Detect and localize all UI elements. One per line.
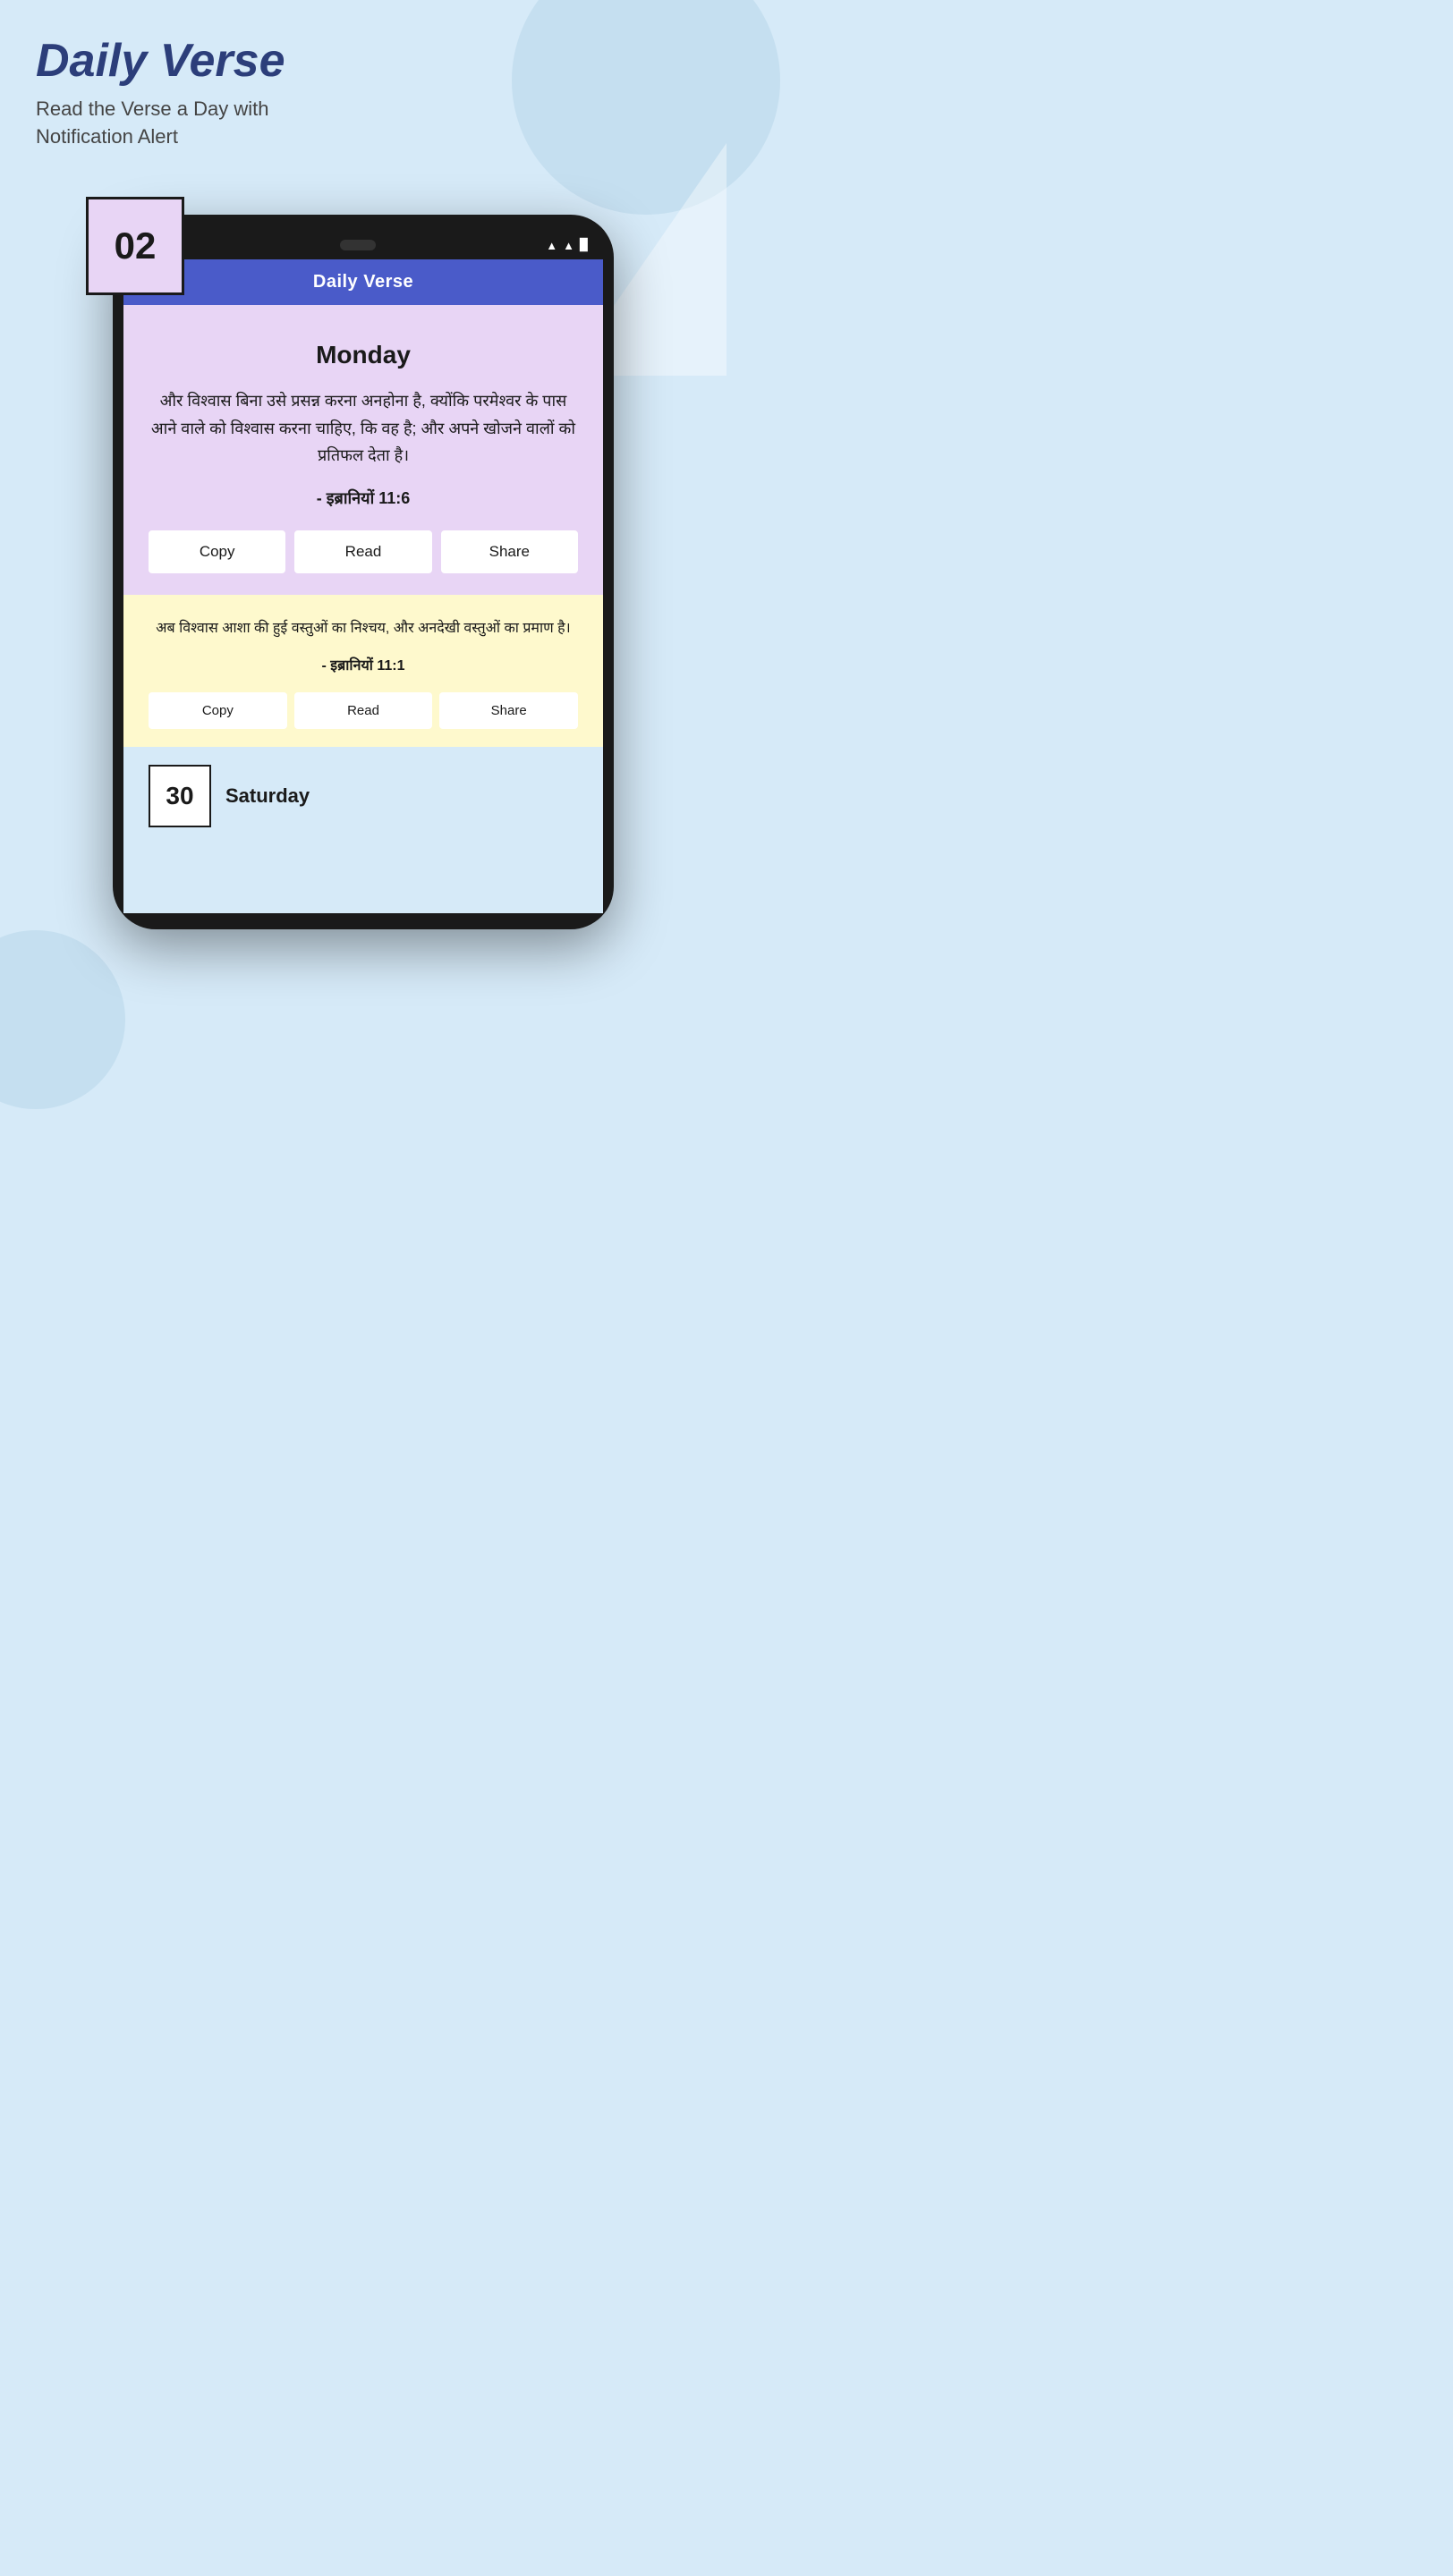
day-number-main: 02 xyxy=(115,225,157,267)
app-bar: Daily Verse xyxy=(123,259,603,305)
battery-icon: ▉ xyxy=(580,238,589,252)
verse-text-main: और विश्वास बिना उसे प्रसन्न करना अनहोना … xyxy=(149,387,578,470)
verse-text-secondary: अब विश्वास आशा की हुई वस्तुओं का निश्चय,… xyxy=(149,616,578,640)
bg-decoration-circle-1 xyxy=(512,0,780,215)
day-label-main: Monday xyxy=(149,341,578,369)
wifi-icon: ▲ xyxy=(546,239,557,252)
phone-screen: Monday और विश्वास बिना उसे प्रसन्न करना … xyxy=(123,305,603,913)
share-button-main[interactable]: Share xyxy=(441,530,578,573)
ref-text-secondary: इब्रानियों xyxy=(330,658,373,674)
signal-icon: ▲ xyxy=(563,239,574,252)
app-bar-title: Daily Verse xyxy=(313,272,413,292)
ref-text-main: इब्रानियों xyxy=(327,489,375,507)
app-title: Daily Verse xyxy=(36,36,285,87)
verse-card-main: Monday और विश्वास बिना उसे प्रसन्न करना … xyxy=(123,305,603,595)
verse-card-tertiary: 30 Saturday xyxy=(123,747,603,827)
read-button-main[interactable]: Read xyxy=(294,530,431,573)
day-label-tertiary: Saturday xyxy=(225,784,310,808)
verse-reference-secondary: - इब्रानियों 11:1 xyxy=(149,655,578,674)
day-badge-main: 02 xyxy=(86,197,184,295)
verse-reference-main: - इब्रानियों 11:6 xyxy=(149,487,578,509)
share-button-secondary[interactable]: Share xyxy=(439,692,578,729)
action-buttons-main: Copy Read Share xyxy=(149,530,578,573)
copy-button-main[interactable]: Copy xyxy=(149,530,285,573)
read-button-secondary[interactable]: Read xyxy=(294,692,433,729)
day-badge-tertiary: 30 xyxy=(149,765,211,827)
day-number-tertiary: 30 xyxy=(166,782,193,810)
phone-mockup: 02 12:31 ▲ ▲ ▉ Daily Verse M xyxy=(113,215,614,929)
app-subtitle: Read the Verse a Day withNotification Al… xyxy=(36,96,285,151)
bg-decoration-circle-2 xyxy=(0,930,125,1109)
phone-status-icons: ▲ ▲ ▉ xyxy=(546,238,589,252)
copy-button-secondary[interactable]: Copy xyxy=(149,692,287,729)
verse-card-secondary: अब विश्वास आशा की हुई वस्तुओं का निश्चय,… xyxy=(123,595,603,747)
action-buttons-secondary: Copy Read Share xyxy=(149,692,578,729)
phone-notch: 12:31 ▲ ▲ ▉ xyxy=(123,231,603,259)
phone-speaker xyxy=(340,240,376,250)
phone-frame: 12:31 ▲ ▲ ▉ Daily Verse Monday और विश्वा… xyxy=(113,215,614,929)
header-section: Daily Verse Read the Verse a Day withNot… xyxy=(36,36,285,151)
